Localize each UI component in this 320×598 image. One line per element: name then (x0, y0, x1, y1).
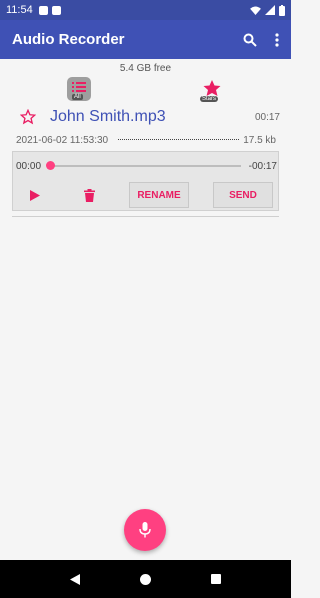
filter-stars-button[interactable]: Stars (200, 80, 224, 102)
recents-icon[interactable] (211, 574, 221, 584)
sd-card-icon (51, 5, 61, 15)
app-title: Audio Recorder (12, 31, 125, 48)
recording-duration: 00:17 (254, 111, 280, 123)
system-nav-bar (0, 560, 291, 598)
recording-size: 17.5 kb (243, 135, 276, 146)
dotted-divider (118, 138, 240, 140)
current-time: 00:00 (16, 160, 42, 172)
status-time: 11:54 (6, 4, 33, 16)
battery-icon (279, 4, 285, 16)
trash-icon (83, 188, 95, 202)
play-icon (30, 189, 40, 201)
rename-button[interactable]: RENAME (129, 182, 189, 208)
search-icon[interactable] (243, 33, 257, 47)
recording-meta: 2021-06-02 11:53:30 17.5 kb (16, 135, 276, 146)
recording-date: 2021-06-02 11:53:30 (16, 135, 109, 146)
record-button[interactable] (124, 509, 166, 551)
star-filled-icon (203, 80, 221, 96)
send-button[interactable]: SEND (213, 182, 273, 208)
status-bar: 11:54 (0, 0, 291, 20)
player-controls: RENAME SEND (13, 182, 280, 208)
seek-bar[interactable] (46, 161, 241, 170)
list-divider (12, 216, 279, 217)
player-panel: 00:00 -00:17 RENAME SEND (12, 151, 279, 211)
signal-icon (265, 5, 275, 15)
star-outline-icon[interactable] (20, 109, 36, 125)
remaining-time: -00:17 (248, 160, 277, 172)
back-icon[interactable] (70, 573, 80, 585)
recording-name: John Smith.mp3 (50, 108, 166, 125)
storage-free-text: 5.4 GB free (119, 63, 172, 74)
wifi-icon (250, 5, 261, 15)
recording-item[interactable]: John Smith.mp3 00:17 (20, 106, 280, 128)
more-vert-icon[interactable] (275, 32, 279, 47)
notification-icon (38, 5, 48, 15)
play-button[interactable] (23, 182, 47, 208)
filter-all-label: All (72, 94, 83, 100)
filter-all-button[interactable]: All (67, 77, 91, 101)
delete-button[interactable] (77, 182, 101, 208)
app-bar: Audio Recorder (0, 20, 291, 59)
microphone-icon (139, 522, 151, 538)
filter-stars-label: Stars (200, 96, 219, 102)
home-icon[interactable] (140, 573, 151, 585)
timeline: 00:00 -00:17 (16, 160, 277, 172)
seek-thumb[interactable] (46, 161, 56, 170)
